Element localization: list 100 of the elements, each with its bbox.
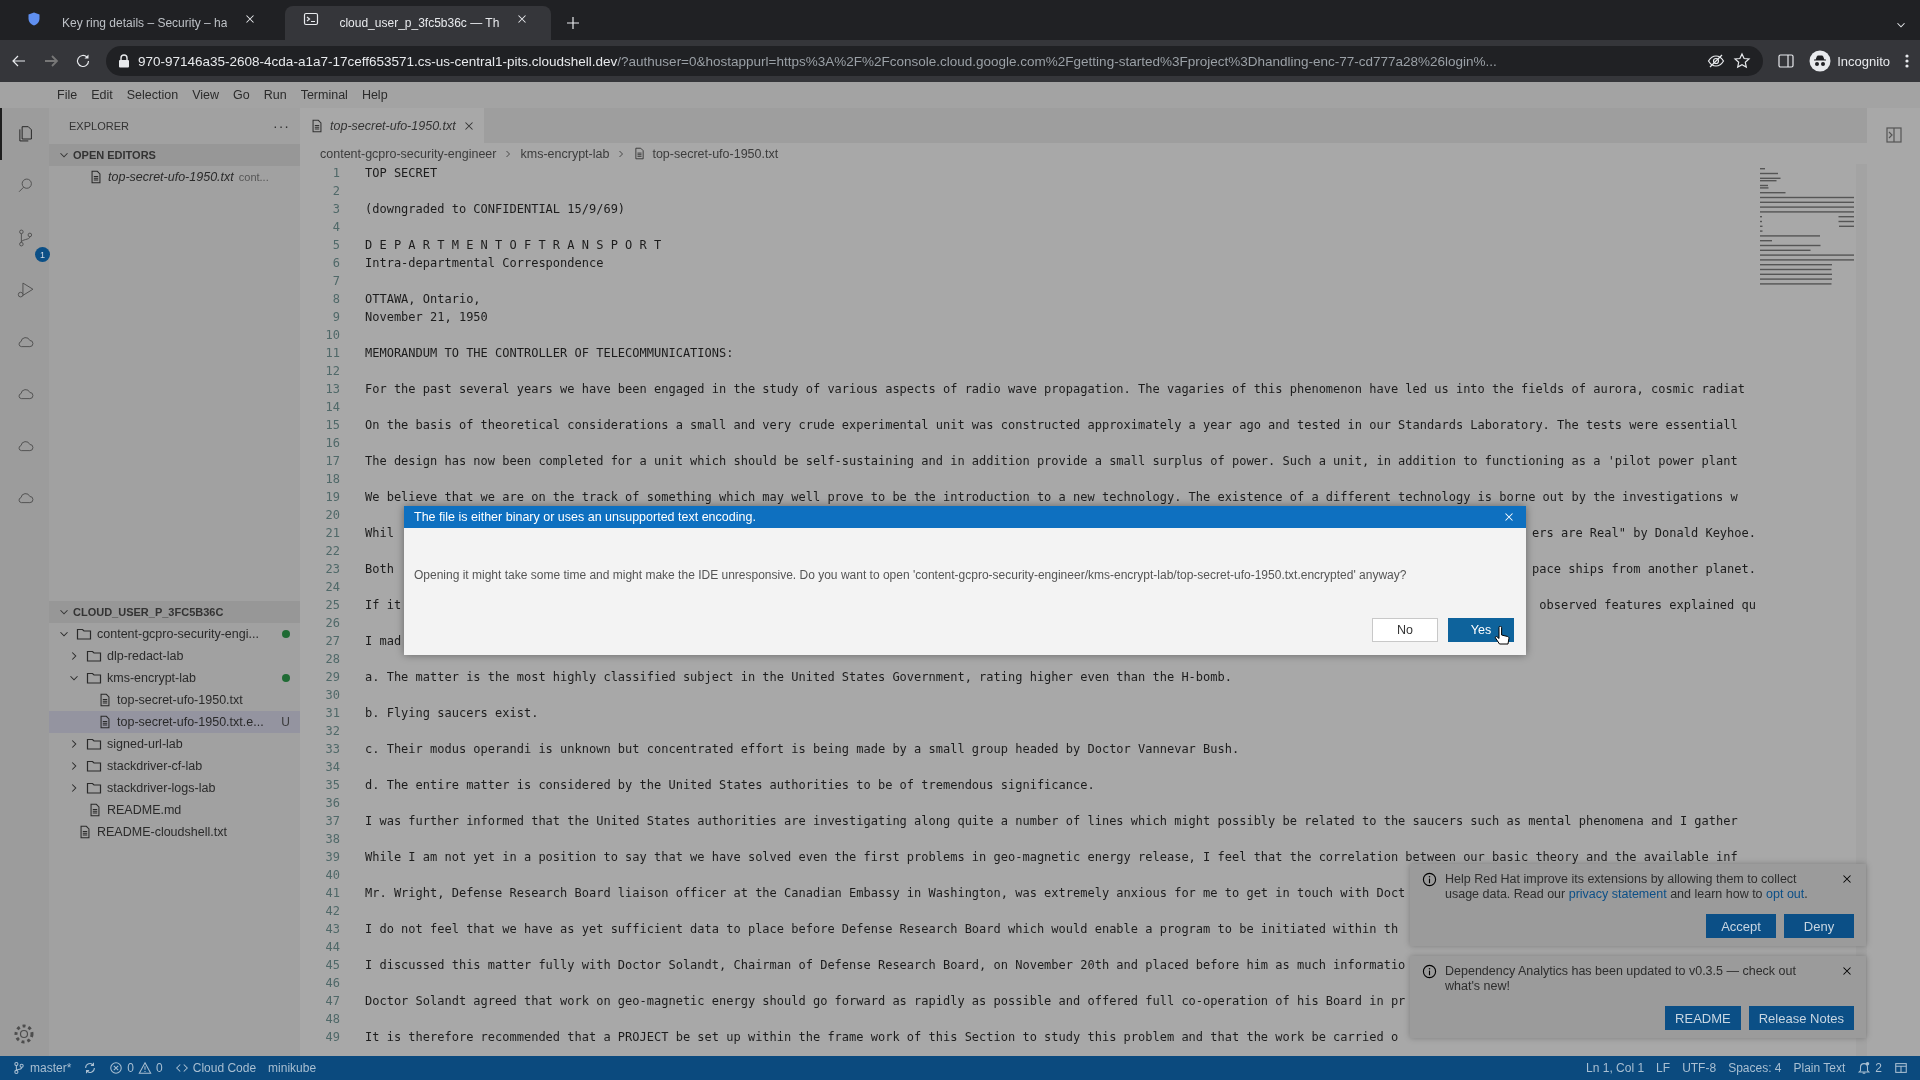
star-icon[interactable] (1733, 52, 1752, 70)
folder-icon (86, 670, 102, 686)
code-line: Intra-departmental Correspondence (365, 256, 604, 270)
profile-button[interactable]: Incognito (1809, 50, 1890, 72)
browser-tab[interactable]: cloud_user_p_3fc5b36c — Th (285, 6, 552, 40)
line-number: 4 (331, 220, 340, 234)
menu-item[interactable]: Selection (119, 88, 186, 102)
eye-off-icon[interactable] (1707, 52, 1726, 70)
editor-tab[interactable]: top-secret-ufo-1950.txt (300, 108, 484, 143)
code-line: Both (365, 562, 394, 576)
notification-button[interactable]: Deny (1784, 914, 1854, 938)
status-item[interactable]: minikube (262, 1061, 323, 1075)
dialog-button[interactable]: Yes (1448, 618, 1514, 642)
link[interactable]: privacy statement (1568, 887, 1667, 901)
line-number: 28 (324, 652, 340, 666)
browser-tab[interactable]: Key ring details – Security – ha (8, 6, 280, 40)
breadcrumb-item[interactable]: content-gcpro-security-engineer (320, 146, 497, 161)
notification-message: Dependency Analytics has been updated to v0.3.5 — check out what's new! (1445, 964, 1797, 994)
code-line: For the past several years we have been engaged in the study of various aspects of radio wave propagation. The vagaries of this phenomenon have led us into the fields of aurora, cosmic radiat (365, 382, 1745, 396)
line-number: 34 (324, 760, 340, 774)
line-number: 7 (331, 274, 340, 288)
line-number: 16 (324, 436, 340, 450)
settings-icon[interactable] (12, 1022, 36, 1046)
menu-item[interactable]: Edit (84, 88, 120, 102)
line-number: 49 (324, 1030, 340, 1044)
menu-item[interactable]: File (50, 88, 85, 102)
line-number: 29 (324, 670, 340, 684)
line-number: 6 (331, 256, 340, 270)
bell-icon (1857, 1061, 1872, 1075)
tree-item[interactable]: signed-url-lab (49, 733, 300, 755)
line-number: 40 (324, 868, 340, 882)
menu-item[interactable]: Run (256, 88, 294, 102)
address-bar[interactable] (106, 46, 1764, 76)
kebab-menu-icon[interactable] (1904, 52, 1910, 70)
run-debug-icon[interactable] (15, 280, 36, 300)
status-item[interactable]: Spaces: 4 (1722, 1061, 1788, 1075)
reload-icon[interactable] (74, 52, 92, 70)
split-editor-icon[interactable] (1884, 126, 1903, 144)
plus-icon[interactable] (565, 15, 582, 31)
tree-item[interactable]: stackdriver-logs-lab (49, 777, 300, 799)
line-number: 13 (324, 382, 340, 396)
line-number: 5 (331, 238, 340, 252)
url-text[interactable]: 970-97146a35-2608-4cda-a1a7-17ceff653571.cs-us-central1-pits.cloudshell.dev/?authuser=0&hostappurl=https%3A%2F%2Fconsole.cloud.google.com%2Fgetting-started%3Fproject%3Dhandling-enc-77-cd777a28%26login%... (138, 53, 1497, 69)
line-number: 17 (324, 454, 340, 468)
line-number: 19 (324, 490, 340, 504)
breadcrumb-item[interactable]: top-secret-ufo-1950.txt (652, 146, 779, 161)
status-item[interactable]: master* (6, 1061, 78, 1075)
layout-icon (1894, 1061, 1908, 1075)
sync-icon (83, 1061, 98, 1075)
line-number: 35 (324, 778, 340, 792)
sidebar-title: EXPLORER (69, 120, 129, 132)
menu-item[interactable]: Help (354, 88, 395, 102)
status-item[interactable]: Plain Text (1787, 1061, 1852, 1075)
line-number: 27 (324, 634, 340, 648)
menu-item[interactable]: Terminal (293, 88, 355, 102)
menu-item[interactable]: Go (226, 88, 257, 102)
file-icon (633, 147, 647, 160)
code-line: I discussed this matter fully with Doctor Solandt, Chairman of Defense Research Board, on November 20th and placed before him as much informatio (365, 958, 1406, 972)
status-item[interactable]: 2 (1851, 1061, 1888, 1075)
status-item[interactable]: LF (1650, 1061, 1677, 1075)
section-header[interactable]: OPEN EDITORS (49, 144, 300, 166)
code-line: b. Flying saucers exist. (365, 706, 539, 720)
code-line: d. The entire matter is considered by the United States authorities to be of tremendous significance. (365, 778, 1095, 792)
warning-icon (138, 1061, 153, 1075)
more-actions-button[interactable]: ··· (273, 118, 290, 134)
folder-icon (86, 758, 102, 774)
code-line: We believe that we are on the track of something which may well prove to be the introduction to a new technology. The existence of a different technology is borne out by the investigations w (365, 490, 1738, 504)
section-header[interactable]: CLOUD_USER_P_3FC5B36C (49, 601, 300, 623)
tree-item[interactable]: top-secret-ufo-1950.txt (49, 689, 300, 711)
status-item[interactable]: Ln 1, Col 1 (1580, 1061, 1651, 1075)
line-number: 46 (324, 976, 340, 990)
notification-button[interactable]: README (1665, 1006, 1741, 1030)
status-item[interactable]: Cloud Code (168, 1061, 263, 1075)
code-line: It is therefore recommended that a PROJECT be set up within the frame work of this Section to study this problem and that the work be carried o (365, 1030, 1399, 1044)
tree-item[interactable]: kms-encrypt-lab (49, 667, 300, 689)
notification-button[interactable]: Accept (1706, 914, 1776, 938)
notification-button[interactable]: Release Notes (1748, 1006, 1854, 1030)
tree-item[interactable]: dlp-redact-lab (49, 645, 300, 667)
code-brackets-icon (174, 1061, 189, 1075)
line-number: 8 (331, 292, 340, 306)
tree-item[interactable]: stackdriver-cf-lab (49, 755, 300, 777)
line-number: 26 (324, 616, 340, 630)
menu-item[interactable]: View (185, 88, 226, 102)
dialog-message: Opening it might take some time and might make the IDE unresponsive. Do you want to open 'content-gcpro-security-engineer/kms-encrypt-lab/top-secret-ufo-1950.txt.encrypted' anyway? (414, 568, 1408, 582)
open-editor-item[interactable]: top-secret-ufo-1950.txt cont... (49, 166, 300, 188)
terminal-icon (303, 11, 320, 27)
tree-item[interactable]: top-secret-ufo-1950.txt.e... U (49, 711, 300, 733)
dialog-button[interactable]: No (1372, 618, 1438, 642)
tree-item[interactable]: content-gcpro-security-engi... (49, 623, 300, 645)
status-item[interactable]: 0 0 (103, 1061, 169, 1075)
folder-icon (86, 736, 102, 752)
breadcrumb-item[interactable]: kms-encrypt-lab (520, 146, 610, 161)
tree-item[interactable]: README.md (49, 799, 300, 821)
lock-icon (118, 54, 130, 68)
code-line: c. Their modus operandi is unknown but concentrated effort is being made by a small group headed by Doctor Vannevar Bush. (365, 742, 1240, 756)
line-number: 37 (324, 814, 340, 828)
side-panel-icon[interactable] (1777, 52, 1796, 70)
line-number: 21 (324, 526, 340, 540)
tree-item[interactable]: README-cloudshell.txt (49, 821, 300, 843)
status-item[interactable]: UTF-8 (1676, 1061, 1723, 1075)
